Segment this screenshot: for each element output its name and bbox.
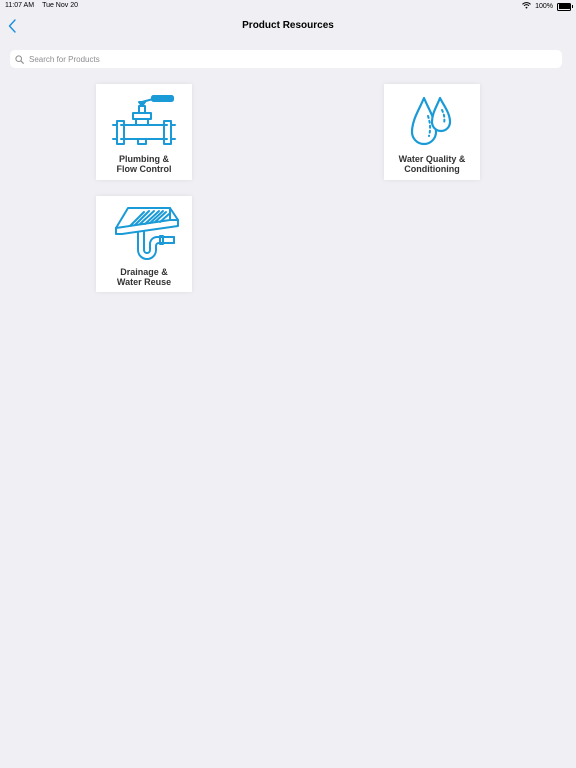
water-drops-icon: [410, 96, 452, 146]
page-title: Product Resources: [242, 20, 334, 31]
status-date: Tue Nov 20: [42, 2, 78, 9]
battery-percent: 100%: [535, 3, 553, 10]
floor-drain-icon: [115, 207, 179, 260]
search-icon: [15, 54, 24, 64]
category-tile-drainage[interactable]: Drainage & Water Reuse: [96, 196, 192, 292]
category-label-line2: Conditioning: [404, 164, 460, 174]
search-input[interactable]: [27, 53, 551, 65]
navigation-bar: Product Resources: [0, 12, 576, 42]
category-tile-plumbing[interactable]: Plumbing & Flow Control: [96, 84, 192, 180]
status-bar: 11:07 AM Tue Nov 20 100%: [0, 0, 576, 12]
wifi-icon: [522, 2, 531, 11]
status-time: 11:07 AM: [5, 2, 35, 9]
search-bar[interactable]: [10, 50, 562, 68]
category-label-line1: Drainage &: [120, 267, 168, 277]
category-label-line1: Water Quality &: [398, 154, 466, 164]
battery-icon: [557, 2, 573, 11]
category-label-line2: Water Reuse: [116, 277, 172, 287]
valve-pipe-icon: [112, 95, 176, 145]
category-label-line1: Plumbing &: [119, 154, 169, 164]
category-tile-water-quality[interactable]: Water Quality & Conditioning: [384, 84, 480, 180]
category-label-line2: Flow Control: [116, 164, 172, 174]
